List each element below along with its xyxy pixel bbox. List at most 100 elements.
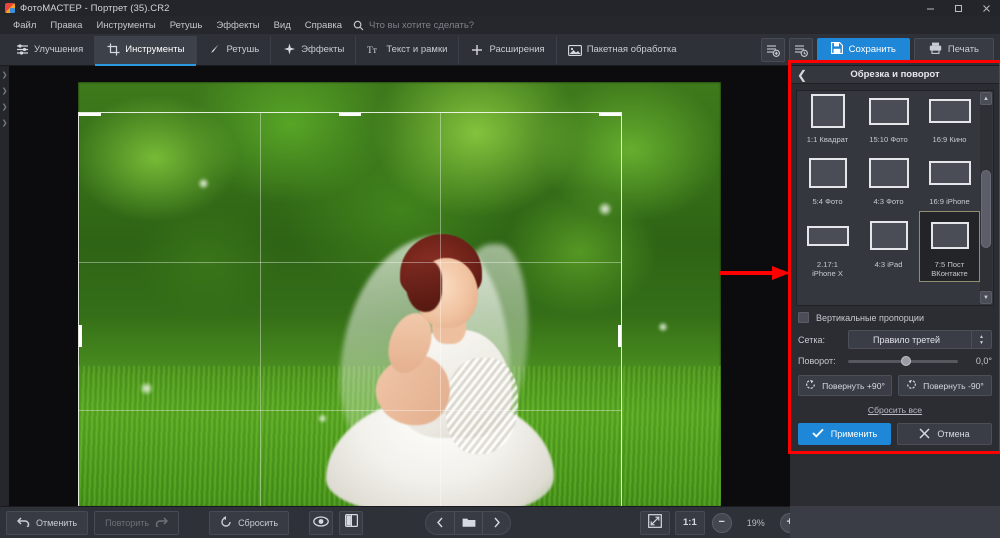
ratio-thumbnail [810,94,845,128]
tab-effects[interactable]: Эффекты [270,35,355,64]
aspect-ratio-scrollbar[interactable]: ▲ ▼ [980,92,992,304]
ratio-option-15-10-photo[interactable]: 15:10 Фото [858,91,919,148]
chevron-left-icon[interactable]: ❮ [797,66,807,84]
reset-button[interactable]: Сбросить [209,510,290,535]
rotate-plus-90-label: Повернуть +90° [822,380,885,391]
redo-button[interactable]: Повторить [94,510,180,535]
ratio-thumbnail [930,222,969,249]
ratio-thumbnail [808,158,847,189]
preview-eye-button[interactable] [309,510,334,535]
fit-screen-button[interactable] [640,510,670,535]
rotate-minus-90-label: Повернуть -90° [923,380,984,391]
ratio-thumbnail [928,161,971,186]
minimize-button[interactable] [916,0,944,16]
chevron-right-icon[interactable]: ❯ [2,88,8,95]
reset-button-label: Сбросить [238,517,279,528]
tab-batch-processing[interactable]: Пакетная обработка [555,35,688,64]
chevron-right-icon[interactable]: ❯ [2,120,8,127]
tab-extensions[interactable]: Расширения [458,35,555,64]
rotate-ccw-icon [906,379,917,392]
next-image-button[interactable] [482,511,510,534]
menu-item-help[interactable]: Справка [298,18,349,33]
save-button-label: Сохранить [848,44,896,55]
sliders-icon [15,44,29,55]
save-button[interactable]: Сохранить [816,37,910,62]
ratio-thumbnail [868,158,909,189]
menu-item-edit[interactable]: Правка [43,18,89,33]
ratio-thumbnail [806,225,849,246]
zoom-controls: 1:1 − 19% + [640,510,802,535]
bokeh-highlight [598,202,612,216]
chevron-right-icon[interactable]: ❯ [2,72,8,79]
chevron-right-icon[interactable]: ❯ [2,104,8,111]
open-folder-button[interactable] [454,511,482,534]
undo-button[interactable]: Отменить [6,510,89,535]
recent-preset-icon[interactable] [788,37,813,62]
ratio-option-217-1-iphone-x[interactable]: 2.17:1 iPhone X [797,211,858,283]
menu-item-tools[interactable]: Инструменты [89,18,162,33]
compare-button[interactable] [339,510,364,535]
scrollbar-thumb[interactable] [981,170,991,249]
cancel-button[interactable]: Отмена [897,423,992,445]
ratio-option-1-1-square[interactable]: 1:1 Квадрат [797,91,858,148]
tab-extensions-label: Расширения [489,44,545,55]
ratio-thumb-holder [868,91,909,131]
vertical-proportions-checkbox[interactable] [798,312,809,323]
rotate-minus-90-button[interactable]: Повернуть -90° [898,375,992,396]
menu-item-view[interactable]: Вид [267,18,298,33]
caret-up-icon[interactable]: ▲ [980,92,992,105]
image-canvas[interactable] [9,66,790,506]
ratio-option-16-9-iphone[interactable]: 16:9 iPhone [919,148,980,210]
tab-text-frames[interactable]: Tт Текст и рамки [355,35,458,64]
plus-icon [470,44,484,56]
menu-item-file[interactable]: Файл [6,18,43,33]
window-controls [916,0,1000,16]
left-rail: ❯ ❯ ❯ ❯ [0,66,9,506]
compare-icon [344,513,358,532]
menu-item-effects[interactable]: Эффекты [209,18,266,33]
ratio-option-5-4-photo[interactable]: 5:4 Фото [797,148,858,210]
menu-item-retouch[interactable]: Ретушь [163,18,210,33]
tab-tools[interactable]: Инструменты [94,35,196,66]
bokeh-highlight [658,322,668,332]
print-button[interactable]: Печать [913,37,994,62]
zoom-out-button[interactable]: − [710,511,734,535]
search-placeholder-text: Что вы хотите сделать? [369,19,475,31]
undo-button-label: Отменить [36,517,78,528]
aspect-ratio-list[interactable]: пропорции оригинала пропорции 1:1 Квадра… [796,90,994,306]
ratio-option-4-3-ipad[interactable]: 4:3 iPad [858,211,919,283]
tab-improvements[interactable]: Улучшения [4,36,94,64]
ratio-option-4-3-photo[interactable]: 4:3 Фото [858,148,919,210]
rotate-slider-knob[interactable] [900,355,911,366]
ratio-label: 4:3 iPad [874,259,903,269]
photo-image [78,82,721,506]
reset-icon [220,515,232,530]
scrollbar-track[interactable] [980,105,992,291]
caret-down-icon[interactable]: ▼ [980,291,992,304]
ratio-thumb-holder [868,153,909,193]
tab-retouch[interactable]: Ретушь [195,35,271,64]
apply-button[interactable]: Применить [798,423,891,445]
ratio-option-16-9-cinema[interactable]: 16:9 Кино [919,91,980,148]
rotate-slider-row: Поворот: 0,0° [798,355,992,366]
previous-image-button[interactable] [426,512,454,534]
printer-icon [929,42,942,57]
grid-select-spinner[interactable]: ▲ ▼ [971,331,991,348]
ratio-option-7-5-vk-post[interactable]: 7:5 Пост ВКонтакте [919,210,980,282]
ratio-label: 2.17:1 iPhone X [812,259,843,278]
rotate-slider[interactable] [848,355,958,366]
rotate-plus-90-button[interactable]: Повернуть +90° [798,375,892,396]
maximize-button[interactable] [944,0,972,16]
reset-all-link[interactable]: Сбросить все [790,405,1000,415]
print-button-label: Печать [947,44,979,55]
grid-select[interactable]: Правило третей ▲ ▼ [848,330,992,349]
close-button[interactable] [972,0,1000,16]
add-preset-icon[interactable] [760,37,785,62]
vertical-proportions-row[interactable]: Вертикальные пропорции [798,312,992,323]
app-logo-icon [5,3,15,13]
ratio-thumbnail [928,99,971,123]
menu-search[interactable]: Что вы хотите сделать? [353,20,474,31]
zoom-one-to-one-button[interactable]: 1:1 [675,510,705,535]
text-icon: Tт [367,44,381,55]
svg-text:Tт: Tт [367,46,377,55]
